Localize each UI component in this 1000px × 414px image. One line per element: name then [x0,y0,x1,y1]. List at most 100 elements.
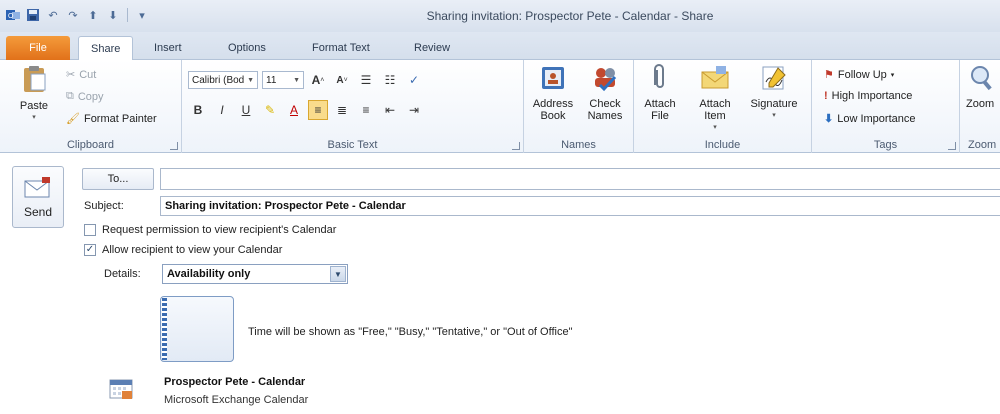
details-value: Availability only [167,268,251,280]
high-importance-label: High Importance [831,90,913,102]
font-color-icon[interactable]: A [284,100,304,120]
zoom-group: Zoom Zoom [960,60,1000,153]
allow-view-row[interactable]: ✓ Allow recipient to view your Calendar [84,244,282,256]
calendar-name: Prospector Pete - Calendar [164,376,306,388]
format-row: B I U ✎ A ≡ ≣ ≡ ⇤ ⇥ [188,100,424,120]
include-group-label: Include [704,139,741,151]
allow-view-checkbox[interactable]: ✓ [84,244,96,256]
request-permission-label: Request permission to view recipient's C… [102,224,337,236]
clipboard-group: Paste ▾ ✂ Cut ⧉ Copy 🖌 Format Painter Cl… [0,60,182,153]
tags-launcher-icon[interactable] [948,142,956,150]
basic-text-launcher-icon[interactable] [512,142,520,150]
availability-strip [162,298,167,360]
align-right-icon[interactable]: ≡ [356,100,376,120]
follow-up-button[interactable]: ⚑ Follow Up ▾ [824,68,895,82]
zoom-button[interactable]: Zoom [966,64,1000,110]
request-permission-row[interactable]: Request permission to view recipient's C… [84,224,336,236]
attach-file-label: Attach File [644,98,676,122]
align-center-icon[interactable]: ≣ [332,100,352,120]
zoom-label: Zoom [966,98,995,110]
attach-item-button[interactable]: Attach Item ▾ [690,64,740,134]
cut-label: Cut [79,68,97,81]
check-names-icon [582,64,628,95]
attach-file-button[interactable]: Attach File [640,64,680,122]
message-form: Send To... Subject: Sharing invitation: … [0,154,1000,414]
follow-up-label: Follow Up [837,68,887,81]
decrease-indent-icon[interactable]: ⇤ [380,100,400,120]
exclamation-icon: ! [824,90,828,102]
scissors-icon: ✂ [66,69,76,81]
increase-indent-icon[interactable]: ⇥ [404,100,424,120]
grow-font-icon[interactable]: A ˄ [308,70,328,90]
tab-review[interactable]: Review [402,36,462,60]
ribbon-tabs: File Share Insert Options Format Text Re… [0,32,1000,61]
calendar-icon [108,378,134,403]
flag-icon: ⚑ [824,69,834,81]
signature-button[interactable]: Signature ▾ [746,64,802,122]
format-painter-label: Format Painter [83,112,157,125]
chevron-down-icon: ▾ [890,71,895,79]
highlight-icon[interactable]: ✎ [260,100,280,120]
paste-button[interactable]: Paste ▾ [14,64,54,124]
spelling-icon[interactable]: ✓ [404,70,424,90]
names-group-label: Names [561,139,596,151]
tags-group-label: Tags [873,139,898,151]
names-group: Address Book Check Names Names [524,60,634,153]
to-field[interactable] [160,168,1000,190]
chevron-down-icon: ▼ [293,76,300,84]
subject-label: Subject: [84,200,124,212]
numbering-icon[interactable]: ☷ [380,70,400,90]
tab-file[interactable]: File [6,36,70,60]
chevron-down-icon[interactable]: ▼ [330,266,346,282]
ribbon: Paste ▾ ✂ Cut ⧉ Copy 🖌 Format Painter Cl… [0,60,1000,153]
bold-icon[interactable]: B [188,100,208,120]
clipboard-icon [14,64,54,97]
send-label: Send [23,205,53,219]
tab-options[interactable]: Options [216,36,278,60]
address-book-button[interactable]: Address Book [530,64,576,122]
tab-insert[interactable]: Insert [142,36,194,60]
bullets-icon[interactable]: ☰ [356,70,376,90]
font-size-combo[interactable]: 11 ▼ [262,71,304,89]
request-permission-checkbox[interactable] [84,224,96,236]
tags-group: ⚑ Follow Up ▾ ! High Importance ⬇ Low Im… [812,60,960,153]
check-names-button[interactable]: Check Names [582,64,628,122]
basic-text-group-label: Basic Text [327,139,378,151]
font-size-value: 11 [266,74,277,86]
signature-label: Signature [750,98,798,110]
copy-button[interactable]: ⧉ Copy [66,90,104,103]
clipboard-group-label: Clipboard [66,139,115,151]
low-importance-button[interactable]: ⬇ Low Importance [824,112,915,126]
shrink-font-icon[interactable]: A ˅ [332,70,352,90]
window-title: Sharing invitation: Prospector Pete - Ca… [426,9,714,23]
signature-icon [746,64,802,95]
cut-button[interactable]: ✂ Cut [66,68,97,82]
include-group: Attach File Attach Item ▾ Signature ▾ In… [634,60,812,153]
title-bar: O ↶ ↷ ⬆ ⬇ ▾ Sharing invitation: Prospect… [0,0,1000,32]
attach-item-label: Attach Item [699,98,731,122]
availability-description: Time will be shown as "Free," "Busy," "T… [248,326,573,338]
format-painter-button[interactable]: 🖌 Format Painter [66,112,157,126]
send-button[interactable]: Send [12,166,64,228]
basic-text-group: Calibri (Bod ▼ 11 ▼ A ˄ A ˅ ☰ ☷ ✓ B I U ✎ … [182,60,524,153]
address-book-label: Address Book [532,98,574,122]
send-envelope-icon [24,177,54,202]
italic-icon[interactable]: I [212,100,232,120]
copy-label: Copy [77,90,104,103]
paste-label: Paste [19,100,49,112]
details-dropdown[interactable]: Availability only ▼ [162,264,348,284]
check-names-label: Check Names [587,98,623,122]
font-name-combo[interactable]: Calibri (Bod ▼ [188,71,258,89]
clipboard-launcher-icon[interactable] [170,142,178,150]
tab-share[interactable]: Share [78,36,134,61]
high-importance-button[interactable]: ! High Importance [824,90,912,102]
address-book-icon [530,64,576,95]
to-button[interactable]: To... [82,168,154,190]
underline-icon[interactable]: U [236,100,256,120]
tab-format-text[interactable]: Format Text [300,36,382,60]
paintbrush-icon: 🖌 [66,113,80,125]
subject-field[interactable]: Sharing invitation: Prospector Pete - Ca… [160,196,1000,216]
copy-icon: ⧉ [66,90,74,102]
envelope-icon [690,64,740,95]
align-left-icon[interactable]: ≡ [308,100,328,120]
